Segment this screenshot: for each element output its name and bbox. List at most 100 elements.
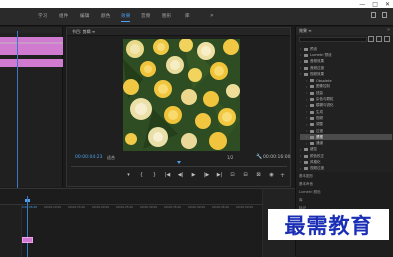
workspace-more-icon[interactable]: » [210,12,214,19]
effects-panel-title[interactable]: 效果 ≡ [299,28,312,34]
program-monitor: 节目: 剪辑 ≡ 00:00:04:23 适合 1/2 🔧 00:00:16:0… [66,27,291,187]
folder-icon [310,123,314,127]
ruler-timecode: 00:00:20:00 [92,205,110,209]
go-to-in-button[interactable]: |◀ [164,172,171,179]
effects-tree-label: Lumetri 预设 [310,52,332,57]
workspace-learn[interactable]: 学习 [38,13,47,19]
effects-tree-label: 视频效果 [310,71,324,76]
monitor-playhead[interactable] [177,161,181,164]
step-forward-button[interactable]: |▶ [203,172,210,179]
go-to-out-button[interactable]: ▶| [216,172,223,179]
timeline-clip[interactable] [22,237,33,243]
clip-block[interactable] [0,37,63,55]
folder-icon [310,79,314,83]
fit-dropdown[interactable]: 适合 [107,155,115,161]
transport-controls: ▾ { } |◀ ◀| ▶ |▶ ▶| ⊡ ⊟ ⊠ ◉ [125,172,275,179]
folder-icon [304,72,308,76]
panel-tab-lumetri-color[interactable]: Lumetri 颜色 [299,190,321,195]
ruler-timecode: 00:00:05:00 [20,205,38,209]
duration-timecode: 00:00:16:00 [263,155,291,160]
32bit-effects-icon[interactable] [376,36,382,42]
ruler-timecode: 00:00:25:00 [116,205,134,209]
playhead-line[interactable] [17,31,18,191]
workspace-color[interactable]: 颜色 [101,13,110,19]
mark-out-button[interactable]: } [151,172,158,179]
watermark-text: 最需教育 [284,212,373,238]
effects-tree-label: 模糊与锐化 [316,103,334,108]
panel-tab-essential-graphics[interactable]: 基本图形 [299,174,313,179]
play-button[interactable]: ▶ [190,172,197,179]
ruler-timecode: 00:00:15:00 [68,205,86,209]
panel-header [0,27,62,33]
effects-search-input[interactable] [299,37,367,42]
roses-image [123,39,240,151]
source-timeline-panel [0,27,63,191]
export-frame-button[interactable]: ⊠ [255,172,262,179]
accelerated-effects-icon[interactable] [368,36,374,42]
effects-tree-label: 生成 [316,109,323,114]
folder-icon [310,142,314,146]
timeline-panel: 00:00 00:00:05:00 00:00:10:00 00:00:15:0… [0,188,295,257]
effects-tree-label: Obsolete [316,78,332,83]
lift-button[interactable]: ⊡ [229,172,236,179]
ruler-timecode: 00:00:40:00 [188,205,206,209]
workspace-libraries[interactable]: 库 [185,13,190,19]
workspace-graphics[interactable]: 图形 [162,13,171,19]
folder-icon [310,98,314,102]
effects-tree-label: 音频过渡 [310,65,324,70]
workspace-assembly[interactable]: 组件 [59,13,68,19]
watermark-logo: 最需教育 [268,209,389,240]
folder-icon [304,167,308,171]
clip-block-secondary[interactable] [0,59,63,67]
share-icon[interactable] [371,12,376,18]
folder-icon [304,160,308,164]
folder-icon [310,129,314,133]
ruler-timecode: 00:00:50:00 [236,205,254,209]
panel-more-icon[interactable]: » [387,27,390,33]
minimize-icon[interactable]: — [359,1,365,8]
effects-tree-label: 视频 [316,115,323,120]
maximize-icon[interactable]: □ [372,1,378,8]
effects-tree-label: 通道 [316,141,323,146]
effects-tree: › 预设 › Lumetri 预设 › 音频效果 › 音频过渡 › 视频效果 › Obsolete › 图… [300,46,392,178]
timeline-ruler[interactable]: 00:00 00:00:05:00 00:00:10:00 00:00:15:0… [0,196,262,209]
window-controls: — □ ✕ [359,0,390,8]
step-back-button[interactable]: ◀| [177,172,184,179]
extract-button[interactable]: ⊟ [242,172,249,179]
add-marker-button[interactable]: ▾ [125,172,132,179]
effects-tree-label: 颜色校正 [310,153,324,158]
settings-wrench-icon[interactable]: 🔧 [256,154,262,160]
search-icon[interactable] [382,12,387,18]
effects-tree-label: 图像控制 [316,84,330,89]
effects-tree-label: 视频过渡 [310,166,324,171]
effects-tree-label: 扭曲 [316,90,323,95]
panel-tab-essential-sound[interactable]: 基本声音 [299,182,313,187]
monitor-scrubber[interactable] [71,164,287,167]
folder-icon [310,104,314,108]
current-timecode[interactable]: 00:00:04:23 [75,155,102,160]
effects-tree-label: 音频效果 [310,59,324,64]
folder-icon [310,85,314,89]
timeline-playhead[interactable] [27,196,28,257]
close-icon[interactable]: ✕ [385,1,390,8]
program-monitor-title[interactable]: 节目: 剪辑 ≡ [72,29,95,35]
resolution-dropdown[interactable]: 1/2 [227,155,233,160]
title-bar: — □ ✕ [0,0,393,8]
workspace-effects[interactable]: 效果 [121,13,131,22]
video-frame [123,39,240,151]
effects-panel-header: 效果 ≡ » [296,27,393,35]
folder-icon [310,91,314,95]
ruler-timecode: 00:00:30:00 [140,205,158,209]
yuv-effects-icon[interactable] [384,36,390,42]
workspace-editing[interactable]: 编辑 [80,13,89,19]
workspace-audio[interactable]: 音频 [141,13,150,19]
effects-tree-label: 调整 [316,122,323,127]
ruler-timecode: 00:00:45:00 [212,205,230,209]
panel-tab-libraries[interactable]: 库 [299,198,303,203]
comparison-view-button[interactable]: ◉ [268,172,275,179]
button-editor-icon[interactable]: + [280,172,285,179]
folder-icon [304,47,308,51]
mark-in-button[interactable]: { [138,172,145,179]
ruler-timecode: 00:00:35:00 [164,205,182,209]
folder-icon [310,135,314,139]
